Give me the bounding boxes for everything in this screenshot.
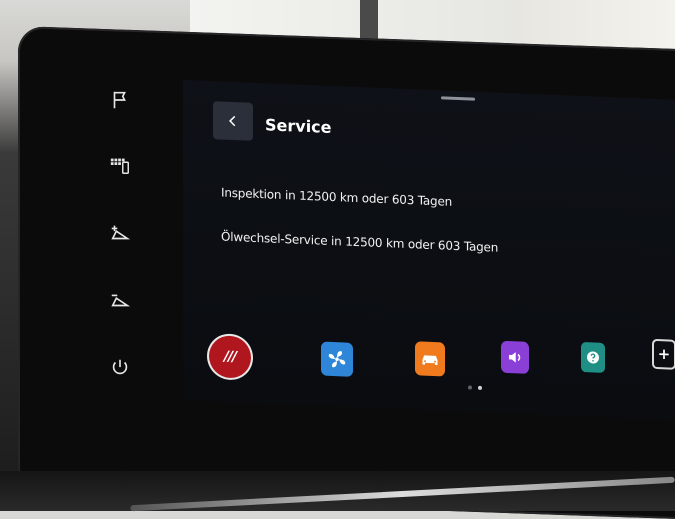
back-button[interactable] [213,101,253,141]
infotainment-screen: Service Inspektion in 12500 km oder 603 … [183,80,675,420]
plus-icon [659,349,669,360]
phone-keypad-icon [110,158,129,174]
brightness-up-icon [111,225,131,240]
page-dot-active[interactable] [478,385,482,391]
brightness-down-icon [111,294,131,307]
flag-button[interactable] [95,80,145,120]
service-message-oil-change: Ölwechsel-Service in 12500 km oder 603 T… [221,229,499,255]
help-app[interactable] [581,341,605,373]
pull-down-handle[interactable] [441,96,475,101]
climate-fan-icon [328,351,346,368]
brightness-up-button[interactable] [95,213,145,253]
help-icon [587,351,599,364]
drive-mode-app[interactable]: /// [209,335,251,379]
app-dock: /// [183,330,675,410]
page-indicator [468,385,482,391]
flag-icon [113,91,126,109]
power-button[interactable] [95,348,145,388]
vehicle-app[interactable] [415,341,445,377]
quick-rail [95,80,145,380]
drive-mode-icon: /// [223,348,237,366]
climate-app[interactable] [321,341,353,377]
power-icon [112,359,128,375]
brightness-down-button[interactable] [95,280,145,320]
page-dot[interactable] [468,385,472,390]
sound-icon [509,352,521,363]
sound-app[interactable] [501,340,529,374]
page-title: Service [265,115,332,137]
car-icon [422,355,438,366]
service-message-inspection: Inspektion in 12500 km oder 603 Tagen [221,185,453,209]
add-app-button[interactable] [652,338,675,370]
chevron-left-icon [229,115,236,127]
phone-keypad-button[interactable] [95,145,145,185]
dashboard-trim [0,471,675,511]
